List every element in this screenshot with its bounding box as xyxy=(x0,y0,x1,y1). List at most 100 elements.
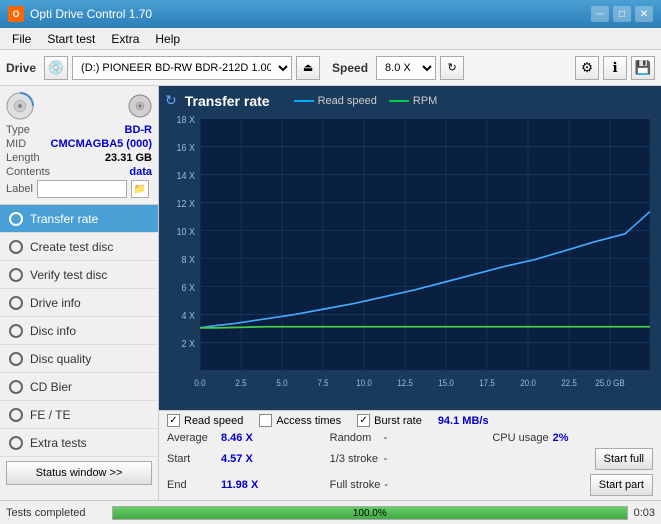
minimize-button[interactable]: ─ xyxy=(591,6,609,22)
sidebar-item-transfer-rate[interactable]: Transfer rate xyxy=(0,205,158,233)
settings-icon-btn[interactable]: ⚙ xyxy=(575,56,599,80)
svg-text:18 X: 18 X xyxy=(176,115,195,127)
stats-grid-row2: Start 4.57 X 1/3 stroke - Start full xyxy=(159,446,661,472)
random-stat: Random - xyxy=(330,432,491,444)
sidebar-item-fe-te[interactable]: FE / TE xyxy=(0,401,158,429)
svg-text:15.0: 15.0 xyxy=(438,378,454,389)
sidebar-item-drive-info[interactable]: Drive info xyxy=(0,289,158,317)
status-text: Tests completed xyxy=(6,507,106,519)
mid-label: MID xyxy=(6,138,26,150)
bottom-bar: Tests completed 100.0% 0:03 xyxy=(0,500,661,524)
burst-rate-checkbox[interactable]: Burst rate xyxy=(357,414,422,427)
maximize-button[interactable]: □ xyxy=(613,6,631,22)
menu-help[interactable]: Help xyxy=(147,30,188,48)
label-input[interactable] xyxy=(37,180,127,198)
full-stroke-value: - xyxy=(384,479,388,491)
chart-svg: 18 X 16 X 14 X 12 X 10 X 8 X 6 X 4 X 2 X… xyxy=(165,113,655,404)
sidebar-item-create-test-disc[interactable]: Create test disc xyxy=(0,233,158,261)
nav-label: Transfer rate xyxy=(30,212,98,226)
cd-bier-icon xyxy=(8,379,24,395)
access-times-cb-label: Access times xyxy=(276,415,341,427)
nav-label: CD Bier xyxy=(30,380,72,394)
drive-icon-btn[interactable]: 💿 xyxy=(44,56,68,80)
stats-grid-row3: End 11.98 X Full stroke - Start part xyxy=(159,472,661,500)
eject-button[interactable]: ⏏ xyxy=(296,56,320,80)
drive-select[interactable]: (D:) PIONEER BD-RW BDR-212D 1.00 xyxy=(72,56,292,80)
stats-checkboxes: Read speed Access times Burst rate 94.1 … xyxy=(159,411,661,430)
transfer-rate-icon xyxy=(8,211,24,227)
random-label: Random xyxy=(330,432,380,444)
legend-rpm: RPM xyxy=(389,95,437,107)
refresh-button[interactable]: ↻ xyxy=(440,56,464,80)
disc-contents-row: Contents data xyxy=(6,166,152,178)
average-label: Average xyxy=(167,432,217,444)
label-label: Label xyxy=(6,183,33,195)
cpu-value: 2% xyxy=(553,432,593,444)
start-part-button[interactable]: Start part xyxy=(590,474,653,496)
right-panel: ↻ Transfer rate Read speed RPM xyxy=(159,86,661,500)
read-speed-checkbox[interactable]: Read speed xyxy=(167,414,243,427)
contents-value: data xyxy=(129,166,152,178)
svg-text:10 X: 10 X xyxy=(176,227,195,239)
svg-text:25.0 GB: 25.0 GB xyxy=(595,378,625,389)
verify-test-icon xyxy=(8,267,24,283)
disc-type-row: Type BD-R xyxy=(6,124,152,136)
sidebar-item-disc-quality[interactable]: Disc quality xyxy=(0,345,158,373)
close-button[interactable]: ✕ xyxy=(635,6,653,22)
speed-select[interactable]: 8.0 X xyxy=(376,56,436,80)
full-stroke-stat: Full stroke - xyxy=(330,479,491,491)
svg-text:16 X: 16 X xyxy=(176,143,195,155)
sidebar-item-verify-test-disc[interactable]: Verify test disc xyxy=(0,261,158,289)
save-icon-btn[interactable]: 💾 xyxy=(631,56,655,80)
status-window-button[interactable]: Status window >> xyxy=(6,461,152,485)
create-test-icon xyxy=(8,239,24,255)
access-times-checkbox[interactable]: Access times xyxy=(259,414,341,427)
menu-start-test[interactable]: Start test xyxy=(39,30,103,48)
svg-text:10.0: 10.0 xyxy=(356,378,372,389)
disc-info-icon xyxy=(8,323,24,339)
burst-rate-check xyxy=(357,414,370,427)
nav-label: Drive info xyxy=(30,296,81,310)
legend-read-speed: Read speed xyxy=(294,95,377,107)
random-value: - xyxy=(384,432,388,444)
svg-text:8 X: 8 X xyxy=(181,255,195,267)
start-value: 4.57 X xyxy=(221,453,261,465)
progress-label: 100.0% xyxy=(113,507,627,521)
disc-quality-icon xyxy=(8,351,24,367)
start-full-button[interactable]: Start full xyxy=(595,448,653,470)
menu-file[interactable]: File xyxy=(4,30,39,48)
svg-text:12.5: 12.5 xyxy=(397,378,413,389)
read-speed-check xyxy=(167,414,180,427)
nav-label: Extra tests xyxy=(30,436,87,450)
cpu-label: CPU usage xyxy=(492,432,548,444)
stats-bar: Read speed Access times Burst rate 94.1 … xyxy=(159,410,661,500)
svg-text:5.0: 5.0 xyxy=(276,378,287,389)
drive-info-icon xyxy=(8,295,24,311)
label-folder-btn[interactable]: 📁 xyxy=(131,180,149,198)
type-label: Type xyxy=(6,124,30,136)
one-third-stroke-stat: 1/3 stroke - xyxy=(330,453,491,465)
disc-label-row: Label 📁 xyxy=(6,180,152,198)
svg-text:14 X: 14 X xyxy=(176,171,195,183)
disc-length-row: Length 23.31 GB xyxy=(6,152,152,164)
nav-label: Verify test disc xyxy=(30,268,107,282)
svg-text:20.0: 20.0 xyxy=(520,378,536,389)
end-label: End xyxy=(167,479,217,491)
average-stat: Average 8.46 X xyxy=(167,432,328,444)
sidebar-item-extra-tests[interactable]: Extra tests xyxy=(0,429,158,457)
menu-extra[interactable]: Extra xyxy=(103,30,147,48)
svg-text:7.5: 7.5 xyxy=(317,378,328,389)
extra-tests-icon xyxy=(8,435,24,451)
sidebar-item-disc-info[interactable]: Disc info xyxy=(0,317,158,345)
title-bar-left: O Opti Drive Control 1.70 xyxy=(8,6,152,22)
progress-bar: 100.0% xyxy=(112,506,628,520)
sidebar-item-cd-bier[interactable]: CD Bier xyxy=(0,373,158,401)
info-icon-btn[interactable]: ℹ xyxy=(603,56,627,80)
svg-text:2.5: 2.5 xyxy=(235,378,246,389)
one-third-label: 1/3 stroke xyxy=(330,453,380,465)
svg-text:0.0: 0.0 xyxy=(194,378,205,389)
svg-text:12 X: 12 X xyxy=(176,199,195,211)
svg-text:6 X: 6 X xyxy=(181,283,195,295)
svg-text:17.5: 17.5 xyxy=(479,378,495,389)
read-speed-legend-color xyxy=(294,100,314,102)
